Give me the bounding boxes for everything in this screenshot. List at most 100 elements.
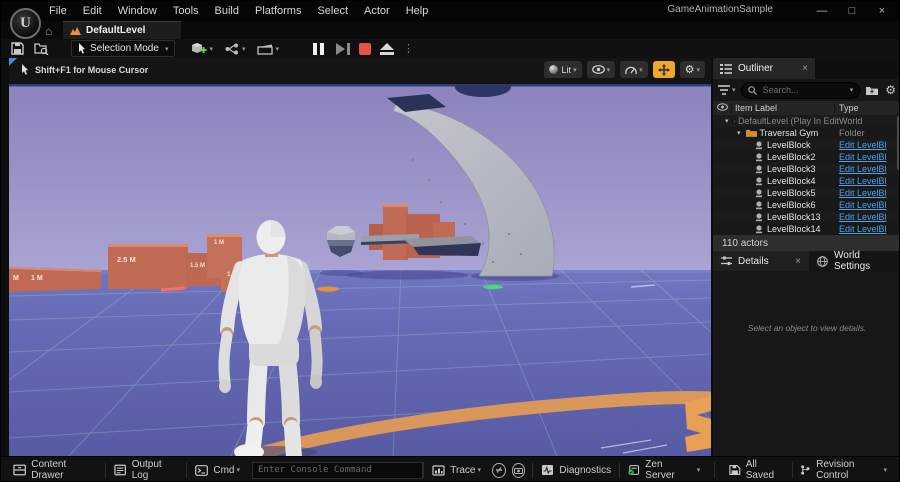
save-all-button[interactable] [11,42,24,55]
zen-server-dropdown[interactable]: Zen Server ▾ [620,457,708,481]
maximize-button[interactable]: □ [837,1,867,21]
tab-world-settings[interactable]: World Settings [809,250,899,272]
play-options-kebab-icon[interactable]: ⋮ [403,42,414,55]
output-log-button[interactable]: Output Log [106,457,186,481]
menu-tools[interactable]: Tools [165,5,207,17]
stop-button[interactable] [359,42,371,55]
close-icon[interactable]: × [795,256,801,267]
menu-help[interactable]: Help [398,5,437,17]
move-arrows-icon [657,63,670,76]
performance-dropdown[interactable]: ▾ [620,61,648,78]
actor-icon [756,212,762,221]
home-icon[interactable]: ⌂ [45,24,52,38]
column-item-label[interactable]: Item Label [731,103,834,113]
level-icon [70,26,81,35]
content-browser-button[interactable] [34,42,49,55]
search-icon [747,85,757,95]
clapperboard-icon [257,44,274,55]
expander-icon[interactable]: ▾ [737,129,741,137]
level-tab-label: DefaultLevel [86,25,146,36]
mouse-cursor-hint: Shift+F1 for Mouse Cursor [21,64,148,75]
world-settings-tab-label: World Settings [834,250,871,272]
title-bar: File Edit Window Tools Build Platforms S… [1,1,899,21]
details-body: Select an object to view details. [713,271,899,456]
outliner-row-world[interactable]: ▾ DefaultLevel (Play In Edit World [713,115,899,127]
browse-icon [34,43,49,55]
outliner-row-levelblock[interactable]: LevelBlock3 Edit LevelBl [713,163,899,175]
window-title: GameAnimationSample [667,4,773,15]
outliner-tab-bar: Outliner × [713,58,899,79]
actor-icon [756,188,762,197]
diagnostics-button[interactable]: Diagnostics [533,457,619,481]
outliner-search[interactable]: ▾ [740,81,861,99]
search-input[interactable] [760,84,848,96]
filter-icon[interactable] [718,85,730,95]
gear-icon: ⚙ [684,64,695,76]
outliner-row-levelblock[interactable]: LevelBlock4 Edit LevelBl [713,175,899,187]
console-command-input[interactable] [252,461,424,479]
viewport-settings-dropdown[interactable]: ⚙ ▾ [679,61,705,78]
menu-window[interactable]: Window [110,5,165,17]
gear-icon[interactable]: ⚙ [885,83,896,97]
pause-button[interactable] [313,42,327,55]
actor-icon [756,140,762,149]
eye-icon [591,65,605,74]
trace-screenshot-icon[interactable] [511,462,526,478]
view-mode-dropdown[interactable]: Lit ▾ [543,61,582,78]
menu-select[interactable]: Select [309,5,356,17]
viewport-header: Shift+F1 for Mouse Cursor Lit ▾ ▾ ▾ ⚙ ▾ [9,58,711,84]
trace-icon [432,464,445,476]
eye-icon[interactable] [716,103,728,111]
menu-build[interactable]: Build [207,5,247,17]
blueprints-dropdown[interactable]: ▾ [225,43,245,55]
content-drawer-button[interactable]: Content Drawer [5,457,105,481]
cmd-dropdown[interactable]: Cmd ▾ [187,457,248,481]
trace-snapshot-icon[interactable] [492,462,506,478]
outliner-row-levelblock[interactable]: LevelBlock2 Edit LevelBl [713,151,899,163]
chevron-down-icon: ▾ [164,45,169,53]
svg-text:1 M: 1 M [214,240,224,246]
menu-bar: File Edit Window Tools Build Platforms S… [41,1,436,21]
show-flags-dropdown[interactable]: ▾ [586,61,616,78]
viewport-scene[interactable]: M 1 M 2.5 M 1.5 M 1 M 1 M [9,84,711,456]
revision-control-dropdown[interactable]: Revision Control ▾ [792,457,895,481]
outliner-row-levelblock[interactable]: LevelBlock6 Edit LevelBl [713,199,899,211]
add-actor-dropdown[interactable]: ▾ [191,42,213,56]
menu-platforms[interactable]: Platforms [247,5,309,17]
close-icon[interactable]: × [802,63,808,74]
close-button[interactable]: × [867,1,897,21]
outliner-row-levelblock[interactable]: LevelBlock Edit LevelBl [713,139,899,151]
level-icon [733,120,735,122]
frame-skip-button[interactable] [336,42,350,55]
svg-text:2.5 M: 2.5 M [117,255,136,264]
outliner-column-header: Item Label Type [713,101,899,115]
selection-mode-dropdown[interactable]: Selection Mode ▾ [71,40,176,57]
details-empty-message: Select an object to view details. [747,323,867,333]
save-icon [11,42,24,55]
level-viewport[interactable]: Shift+F1 for Mouse Cursor Lit ▾ ▾ ▾ ⚙ ▾ … [9,58,711,456]
sliders-icon [721,256,732,266]
outliner-row-levelblock[interactable]: LevelBlock5 Edit LevelBl [713,187,899,199]
red-floor-marker [160,286,186,292]
eject-button[interactable] [380,42,394,55]
all-saved-button[interactable]: All Saved [721,457,791,481]
menu-actor[interactable]: Actor [356,5,398,17]
menu-file[interactable]: File [41,5,75,17]
expander-icon[interactable]: ▾ [725,117,729,125]
trace-dropdown[interactable]: Trace ▾ [424,457,489,481]
console-icon [195,464,209,476]
column-type[interactable]: Type [834,103,899,113]
orange-floor-marker [317,286,339,292]
save-status-icon [729,464,741,476]
outliner-row-folder[interactable]: ▾ Traversal Gym Folder [713,127,899,139]
transform-mode-button[interactable] [652,61,675,78]
outliner-row-levelblock[interactable]: LevelBlock14 Edit LevelBl [713,223,899,235]
minimize-button[interactable]: — [807,1,837,21]
new-folder-icon[interactable] [865,85,879,96]
tab-default-level[interactable]: DefaultLevel [63,21,181,39]
cinematics-dropdown[interactable]: ▾ [257,43,279,55]
outliner-row-levelblock[interactable]: LevelBlock13 Edit LevelBl [713,211,899,223]
menu-edit[interactable]: Edit [75,5,110,17]
tab-outliner[interactable]: Outliner × [713,58,815,79]
tab-details[interactable]: Details × [713,251,809,271]
